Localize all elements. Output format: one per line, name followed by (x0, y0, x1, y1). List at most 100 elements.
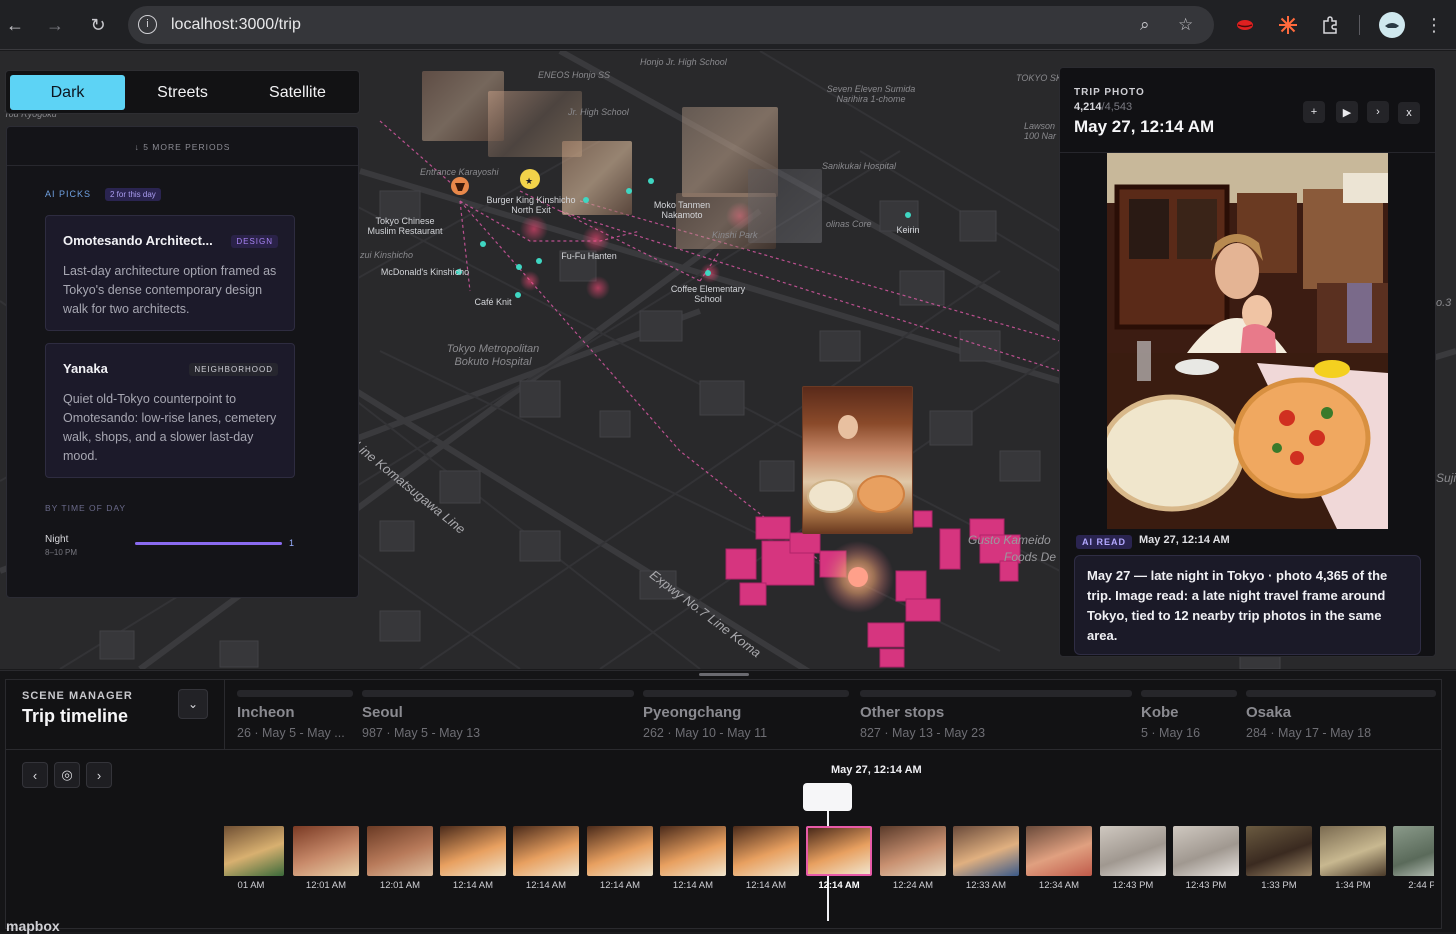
timeline-thumbnail[interactable] (224, 826, 284, 876)
close-button[interactable]: x (1398, 102, 1420, 124)
more-periods-link[interactable]: ↓ 5 MORE PERIODS (7, 142, 358, 152)
timeline-thumbnail[interactable] (660, 826, 726, 876)
poi-label[interactable]: Tokyo Chinese Muslim Restaurant (362, 216, 448, 237)
ai-picks-heading: AI PICKS (45, 189, 92, 199)
poi-label[interactable]: Keirin (890, 225, 926, 235)
map-style-satellite-button[interactable]: Satellite (240, 75, 355, 110)
poi-dot[interactable] (516, 264, 522, 270)
timeline-thumbnail[interactable] (293, 826, 359, 876)
timeline-thumbnail[interactable] (880, 826, 946, 876)
poi-label[interactable]: Coffee Elementary School (664, 284, 752, 305)
card-title: Yanaka (63, 361, 108, 376)
timeline-thumbnail[interactable] (587, 826, 653, 876)
timeline-thumbnail-time: 1:34 PM (1335, 880, 1371, 891)
profile-avatar-icon[interactable] (1379, 12, 1405, 38)
zoom-icon[interactable]: ⌕ (1140, 15, 1150, 35)
poi-dot[interactable] (648, 178, 654, 184)
area-label: Lawson 100 Nar (1024, 121, 1057, 141)
poi-dot[interactable] (536, 258, 542, 264)
period-incheon[interactable]: Incheon 26 · May 5 - May ... (237, 680, 355, 748)
timeline-thumbnail[interactable] (1100, 826, 1166, 876)
period-bar (237, 690, 353, 697)
timeline-thumbnail[interactable] (1026, 826, 1092, 876)
timeline-prev-button[interactable]: ‹ (22, 762, 48, 788)
next-photo-button[interactable]: › (1367, 101, 1389, 123)
area-label: Suji (1436, 471, 1456, 485)
site-info-icon[interactable]: i (138, 15, 157, 34)
ai-pick-card[interactable]: Omotesando Architect... DESIGN Last-day … (45, 215, 295, 331)
time-of-day-bar[interactable] (135, 542, 282, 545)
timeline-cursor-handle[interactable] (803, 783, 852, 811)
browser-menu-icon[interactable]: ⋮ (1419, 10, 1449, 40)
sparkle-button[interactable]: + (1303, 101, 1325, 123)
poi-dot[interactable] (480, 241, 486, 247)
card-tag-badge: DESIGN (231, 235, 278, 248)
ai-read-description: May 27 — late night in Tokyo · photo 4,3… (1087, 568, 1388, 643)
area-label: Tokyo Metropolitan Bokuto Hospital (446, 343, 540, 369)
map-style-streets-button[interactable]: Streets (125, 75, 240, 110)
timeline-thumbnail-time: 12:14 AM (745, 880, 787, 891)
timeline-thumbnail-time: 12:34 AM (1038, 880, 1080, 891)
chevron-down-icon[interactable]: ⌄ (178, 689, 208, 719)
timeline-thumbnail[interactable] (1320, 826, 1386, 876)
period-name: Other stops (860, 704, 945, 721)
ai-read-date: May 27, 12:14 AM (1139, 534, 1230, 546)
poi-dot[interactable] (905, 212, 911, 218)
period-bar (1141, 690, 1237, 697)
period-pyeongchang[interactable]: Pyeongchang 262 · May 10 - May 11 (643, 680, 849, 748)
poi-label[interactable]: Café Knit (468, 297, 518, 307)
timeline-thumbnail[interactable] (440, 826, 506, 876)
timeline-thumbnail[interactable] (513, 826, 579, 876)
bookmark-star-icon[interactable]: ☆ (1178, 15, 1193, 35)
url-text[interactable]: localhost:3000/trip (171, 16, 301, 34)
period-other-stops[interactable]: Other stops 827 · May 13 - May 23 (860, 680, 1132, 748)
photo-pizza-shape (857, 475, 905, 513)
trip-photo-image[interactable] (1107, 153, 1388, 529)
address-bar[interactable]: i localhost:3000/trip ⌕ ☆ (128, 6, 1214, 44)
poi-label[interactable]: McDonald's Kinshicho (374, 267, 476, 277)
play-button[interactable]: ▶ (1336, 101, 1358, 123)
timeline-next-button[interactable]: › (86, 762, 112, 788)
poi-label[interactable]: Fu-Fu Hanten (556, 251, 622, 261)
resize-handle[interactable] (699, 673, 749, 676)
poi-dot[interactable] (583, 197, 589, 203)
map-style-dark-button[interactable]: Dark (10, 75, 125, 110)
timeline-locate-button[interactable]: ◎ (54, 762, 80, 788)
timeline-thumbnail[interactable] (1393, 826, 1434, 876)
ai-pick-card[interactable]: Yanaka NEIGHBORHOOD Quiet old-Tokyo coun… (45, 343, 295, 478)
area-label: o.3 (1436, 297, 1452, 309)
back-icon[interactable]: ← (0, 10, 30, 40)
map-selected-photo-marker[interactable] (802, 386, 913, 534)
card-description: Quiet old-Tokyo counterpoint to Omotesan… (63, 392, 277, 463)
period-meta: 987 · May 5 - May 13 (362, 726, 481, 740)
ai-picks-count-badge: 2 for this day (105, 188, 161, 201)
reload-icon[interactable]: ↻ (83, 10, 113, 40)
time-of-day-count: 1 (289, 538, 295, 548)
period-kobe[interactable]: Kobe 5 · May 16 (1141, 680, 1237, 748)
poi-label[interactable]: Moko Tanmen Nakamoto (648, 200, 716, 221)
timeline-thumbnail-time: 1:33 PM (1261, 880, 1297, 891)
poi-label[interactable]: Burger King Kinshicho North Exit (486, 195, 576, 216)
area-label: Foods De (1004, 550, 1057, 564)
extensions-puzzle-icon[interactable] (1318, 13, 1342, 37)
timeline-thumbnail[interactable] (1246, 826, 1312, 876)
area-label: ENEOS Honjo SS (538, 70, 611, 80)
poi-dot[interactable] (705, 270, 711, 276)
forward-icon[interactable]: → (40, 10, 70, 40)
divider (6, 749, 1441, 750)
extension-burst-icon[interactable] (1276, 13, 1300, 37)
timeline-thumbnail[interactable] (953, 826, 1019, 876)
timeline-thumbnail-strip: 01 AM 12:01 AM 12:01 AM 12:14 AM 12:14 AM 12:… (224, 826, 1434, 896)
extension-lips-icon[interactable] (1233, 13, 1257, 37)
timeline-thumbnail[interactable] (806, 826, 872, 876)
timeline-thumbnail-time: 12:14 AM (672, 880, 714, 891)
map-photo-cluster[interactable] (748, 169, 822, 243)
photo-figure-shape (838, 415, 858, 439)
period-osaka[interactable]: Osaka 284 · May 17 - May 18 (1246, 680, 1436, 748)
poi-dot[interactable] (626, 188, 632, 194)
period-seoul[interactable]: Seoul 987 · May 5 - May 13 (362, 680, 634, 748)
scene-manager-title: Trip timeline (22, 706, 129, 726)
timeline-thumbnail[interactable] (1173, 826, 1239, 876)
timeline-thumbnail[interactable] (733, 826, 799, 876)
timeline-thumbnail[interactable] (367, 826, 433, 876)
